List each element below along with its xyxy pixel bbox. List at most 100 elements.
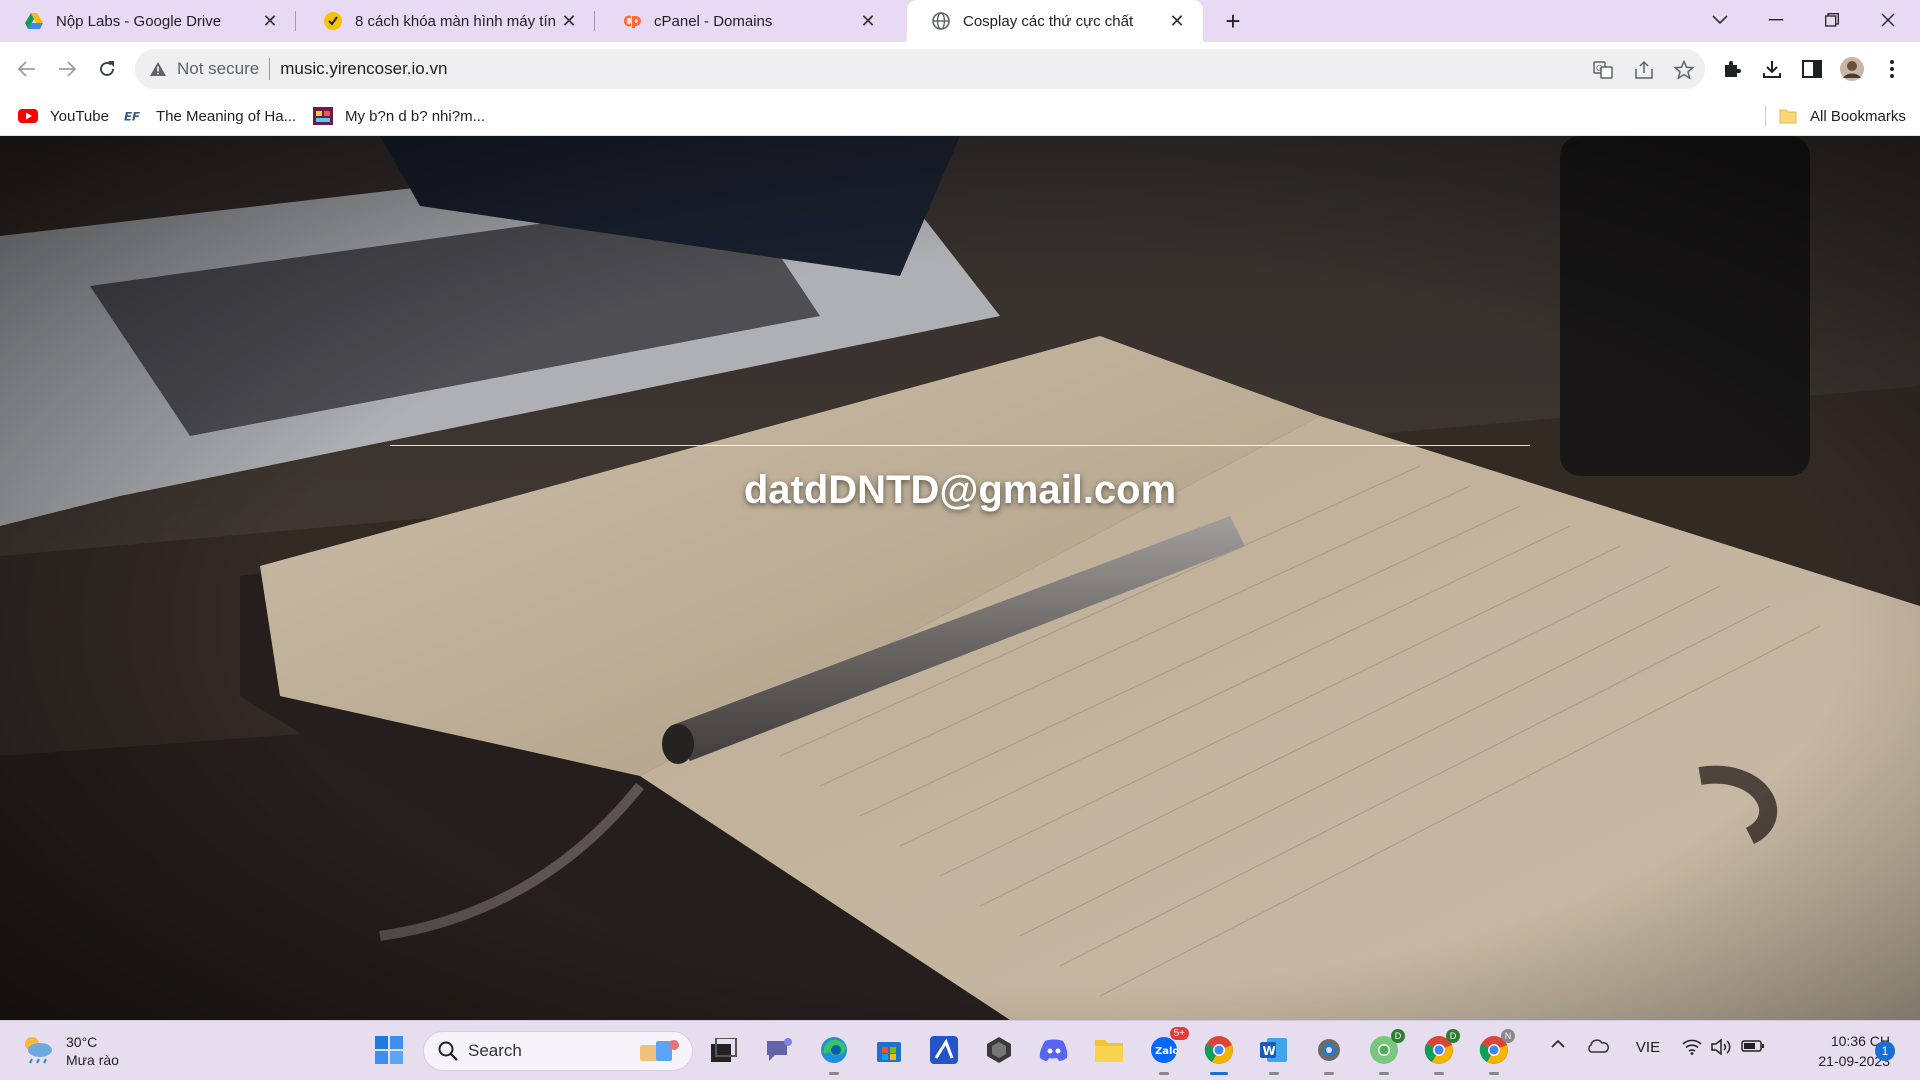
new-tab-button[interactable]: + <box>1218 6 1248 36</box>
onedrive-cloud-icon[interactable] <box>1585 1039 1611 1053</box>
translate-icon[interactable]: G <box>1590 57 1616 83</box>
running-indicator <box>1269 1072 1279 1075</box>
file-explorer-icon[interactable] <box>1092 1033 1126 1067</box>
tab-search-chevron-icon[interactable] <box>1692 0 1748 40</box>
zalo-badge: 5+ <box>1169 1027 1189 1040</box>
chrome-profile-d2-icon[interactable]: D <box>1422 1029 1460 1075</box>
wifi-icon[interactable] <box>1680 1039 1704 1055</box>
folder-icon <box>1778 106 1798 126</box>
page-content: datdDNTD@gmail.com <box>0 136 1920 1020</box>
edge-icon[interactable] <box>817 1033 851 1075</box>
all-bookmarks-label: All Bookmarks <box>1810 107 1906 125</box>
url-text[interactable]: music.yirencoser.io.vn <box>280 59 447 79</box>
tab-lock-screen-article[interactable]: 8 cách khóa màn hình máy tính W ✕ <box>299 0 595 42</box>
windows-taskbar: 30°C Mưa rào Search Zalo 5+ W D D N VIE … <box>0 1020 1920 1080</box>
bookmark-label: YouTube <box>50 107 109 125</box>
folder-app-icon <box>313 106 333 126</box>
svg-text:G: G <box>1596 64 1602 73</box>
email-heading: datdDNTD@gmail.com <box>743 468 1177 512</box>
address-bar[interactable]: Not secure music.yirencoser.io.vn G <box>135 49 1705 89</box>
running-indicator <box>1379 1072 1389 1075</box>
svg-text:EF: EF <box>124 110 140 123</box>
tab-google-drive[interactable]: Nộp Labs - Google Drive ✕ <box>0 0 296 42</box>
settings-gear-icon[interactable] <box>1312 1033 1346 1075</box>
tab-cosplay-active[interactable]: Cosplay các thứ cực chất ✕ <box>907 0 1203 42</box>
bookmarks-bar: YouTube EF The Meaning of Ha... My b?n d… <box>0 96 1920 136</box>
running-indicator <box>1210 1072 1228 1075</box>
security-label[interactable]: Not secure <box>177 59 259 79</box>
globe-icon <box>931 11 951 31</box>
tab-title: Nộp Labs - Google Drive <box>56 12 222 30</box>
profile-avatar[interactable] <box>1837 54 1867 84</box>
microsoft-store-icon[interactable] <box>872 1033 906 1067</box>
bookmark-youtube[interactable]: YouTube <box>18 104 109 128</box>
teams-chat-icon[interactable] <box>762 1033 796 1067</box>
download-icon[interactable] <box>1757 54 1787 84</box>
warning-icon[interactable] <box>149 60 167 78</box>
side-panel-icon[interactable] <box>1797 54 1827 84</box>
running-indicator <box>1489 1072 1499 1075</box>
bookmark-label: The Meaning of Ha... <box>156 107 297 125</box>
language-indicator[interactable]: VIE <box>1628 1039 1668 1056</box>
tab-title: cPanel - Domains <box>654 12 773 30</box>
close-tab-icon[interactable]: ✕ <box>856 9 880 33</box>
close-window-icon[interactable] <box>1860 0 1916 40</box>
svg-text:W: W <box>1263 1044 1276 1058</box>
bookmark-star-icon[interactable] <box>1671 57 1697 83</box>
search-highlight-icon <box>636 1037 682 1065</box>
tab-cpanel-domains[interactable]: cPanel - Domains ✕ <box>598 0 894 42</box>
chrome-profile-n-icon[interactable]: N <box>1477 1029 1515 1075</box>
discord-icon[interactable] <box>1037 1033 1071 1067</box>
tab-title: 8 cách khóa màn hình máy tính W <box>355 12 557 30</box>
show-hidden-icons-chevron-icon[interactable] <box>1548 1039 1568 1048</box>
tab-strip: Nộp Labs - Google Drive ✕ 8 cách khóa mà… <box>0 0 1920 42</box>
bookmark-meaning-of-ha[interactable]: EF The Meaning of Ha... <box>124 104 296 128</box>
profile-badge: D <box>1391 1029 1405 1043</box>
running-indicator <box>1159 1072 1169 1075</box>
volume-icon[interactable] <box>1710 1039 1734 1055</box>
bookmark-label: My b?n d b? nhi?m... <box>345 107 486 125</box>
horizontal-rule <box>390 445 1530 446</box>
profile-badge: N <box>1501 1029 1515 1043</box>
menu-kebab-icon[interactable] <box>1877 54 1907 84</box>
all-bookmarks-button[interactable]: All Bookmarks <box>1778 104 1906 128</box>
background-photo <box>0 136 1920 1020</box>
weather-temp: 30°C <box>66 1034 98 1050</box>
address-divider <box>269 58 271 80</box>
chrome-profile-d-icon[interactable]: D <box>1367 1029 1405 1075</box>
bookmarks-divider <box>1765 106 1766 126</box>
zalo-icon[interactable]: Zalo 5+ <box>1147 1027 1189 1075</box>
close-tab-icon[interactable]: ✕ <box>557 9 581 33</box>
chrome-icon-active[interactable] <box>1202 1033 1236 1075</box>
battery-icon[interactable] <box>1740 1039 1766 1053</box>
start-windows-icon[interactable] <box>372 1033 406 1067</box>
word-icon[interactable]: W <box>1257 1033 1291 1075</box>
minimize-icon[interactable] <box>1748 0 1804 40</box>
running-indicator <box>1324 1072 1334 1075</box>
clock-time: 10:36 CH <box>1830 1033 1890 1049</box>
system-clock[interactable]: 10:36 CH 21-09-2023 <box>1772 1031 1890 1071</box>
browser-toolbar: Not secure music.yirencoser.io.vn G <box>0 42 1920 96</box>
taskbar-search[interactable]: Search <box>423 1031 693 1071</box>
forward-arrow-icon[interactable] <box>50 52 84 86</box>
extensions-puzzle-icon[interactable] <box>1717 54 1747 84</box>
restore-icon[interactable] <box>1804 0 1860 40</box>
running-indicator <box>1434 1072 1444 1075</box>
share-icon[interactable] <box>1631 57 1657 83</box>
close-tab-icon[interactable]: ✕ <box>1165 9 1189 33</box>
back-arrow-icon[interactable] <box>10 52 44 86</box>
notification-badge[interactable]: 1 <box>1875 1041 1895 1061</box>
youtube-icon <box>18 106 38 126</box>
reload-icon[interactable] <box>90 52 124 86</box>
bookmark-my-ban[interactable]: My b?n d b? nhi?m... <box>313 104 485 128</box>
running-indicator <box>829 1072 839 1075</box>
weather-desc: Mưa rào <box>66 1052 119 1068</box>
svg-text:Zalo: Zalo <box>1155 1046 1178 1057</box>
weather-widget[interactable]: 30°C Mưa rào <box>20 1031 119 1071</box>
vs-code-icon[interactable] <box>927 1033 961 1067</box>
unity-icon[interactable] <box>982 1033 1016 1067</box>
task-view-icon[interactable] <box>707 1033 741 1067</box>
search-icon <box>438 1041 458 1061</box>
close-tab-icon[interactable]: ✕ <box>258 9 282 33</box>
tab-title: Cosplay các thứ cực chất <box>963 12 1134 30</box>
